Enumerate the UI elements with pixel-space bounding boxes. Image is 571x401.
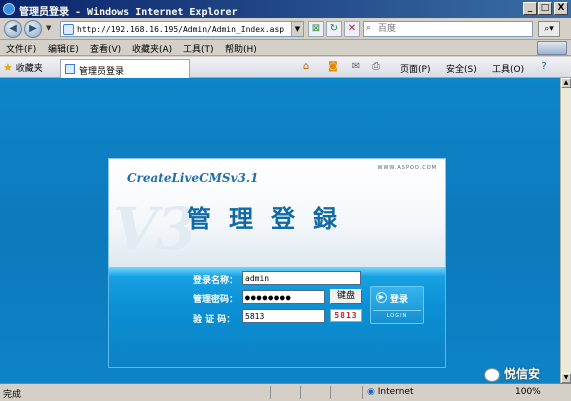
window-titlebar: 管理员登录 - Windows Internet Explorer _ □ X: [0, 0, 571, 18]
menu-help[interactable]: 帮助(H): [225, 42, 257, 55]
home-icon[interactable]: ⌂: [300, 61, 312, 73]
search-field[interactable]: ⌕: [363, 21, 533, 37]
tab-bar: ★ 收藏夹 管理员登录 ⌂ ◙ ✉ ⎙ 页面(P) 安全(S) 工具(O) ?: [0, 57, 571, 78]
wechat-icon: [484, 367, 500, 382]
security-zone[interactable]: ◉ Internet: [367, 387, 413, 397]
username-input[interactable]: [242, 271, 361, 285]
password-input[interactable]: [242, 290, 325, 304]
history-dropdown-icon[interactable]: ▼: [46, 24, 51, 32]
version-watermark: V3: [113, 195, 196, 263]
favorites-label: 收藏夹: [15, 64, 43, 74]
menu-favorites[interactable]: 收藏夹(A): [132, 42, 172, 55]
password-label: 管理密码：: [193, 295, 239, 305]
captcha-label: 验 证 码：: [193, 315, 236, 325]
arrow-right-icon: ▶: [376, 292, 387, 303]
status-divider: [270, 386, 271, 399]
captcha-image[interactable]: 5813: [330, 309, 362, 322]
tab-admin-login[interactable]: 管理员登录: [60, 59, 190, 78]
menu-bar: 文件(F) 编辑(E) 查看(V) 收藏夹(A) 工具(T) 帮助(H): [0, 40, 571, 56]
tools-menu[interactable]: 工具(O): [492, 62, 524, 75]
scroll-down-icon[interactable]: ▼: [561, 373, 571, 383]
windows-logo-icon: [537, 41, 567, 55]
site-url: WWW.ASPOO.COM: [377, 165, 437, 171]
page-icon: [65, 64, 75, 74]
login-button-label: 登录: [390, 295, 409, 305]
print-icon[interactable]: ⎙: [370, 61, 382, 73]
feeds-icon[interactable]: ◙: [327, 61, 339, 73]
globe-icon: ◉: [367, 387, 375, 397]
status-text: 完成: [3, 390, 22, 400]
captcha-input[interactable]: [242, 309, 325, 323]
search-input[interactable]: [378, 23, 528, 35]
favorites-button[interactable]: ★ 收藏夹: [3, 61, 43, 74]
help-icon[interactable]: ?: [538, 61, 550, 73]
menu-view[interactable]: 查看(V): [90, 42, 121, 55]
maximize-button[interactable]: □: [538, 2, 552, 15]
mail-icon[interactable]: ✉: [350, 61, 362, 73]
watermark-text: 悦信安: [504, 367, 541, 381]
login-button-sublabel: LOGIN: [373, 310, 421, 321]
ie-logo-icon: [3, 3, 15, 15]
compatibility-icon[interactable]: ⊠: [308, 21, 324, 37]
username-label: 登录名称：: [193, 276, 239, 286]
address-field[interactable]: ▼: [60, 21, 304, 37]
address-toolbar: ◀ ▶ ▼ ▼ ⊠ ↻ ✕ ⌕ ⌕▾: [0, 18, 571, 40]
search-icon[interactable]: ⌕▾: [538, 21, 560, 37]
status-divider: [330, 386, 331, 399]
status-bar: 完成 ◉ Internet 100%: [0, 383, 571, 401]
forward-arrow-icon[interactable]: ▶: [24, 20, 42, 38]
zone-label: Internet: [377, 387, 414, 397]
vertical-scrollbar[interactable]: ▲ ▼: [560, 78, 571, 383]
status-divider: [362, 386, 363, 399]
overlay-watermark: 悦信安: [484, 365, 540, 382]
back-arrow-icon[interactable]: ◀: [4, 20, 22, 38]
page-menu[interactable]: 页面(P): [400, 62, 430, 75]
menu-edit[interactable]: 编辑(E): [48, 42, 79, 55]
search-provider-icon: ⌕: [366, 23, 372, 33]
status-divider: [300, 386, 301, 399]
page-icon: [63, 24, 74, 35]
url-input[interactable]: [77, 23, 287, 35]
login-panel: V3 CreateLiveCMSv3.1 WWW.ASPOO.COM 管理登録: [108, 158, 446, 368]
close-button[interactable]: X: [554, 2, 568, 15]
chevron-down-icon[interactable]: ▼: [291, 22, 303, 36]
zoom-level[interactable]: 100%: [515, 387, 541, 397]
login-panel-header: V3 CreateLiveCMSv3.1 WWW.ASPOO.COM 管理登録: [108, 158, 446, 268]
menu-file[interactable]: 文件(F): [6, 42, 36, 55]
window-title: 管理员登录 - Windows Internet Explorer: [19, 7, 238, 18]
refresh-icon[interactable]: ↻: [326, 21, 342, 37]
scroll-up-icon[interactable]: ▲: [561, 78, 571, 88]
login-button[interactable]: ▶ 登录 LOGIN: [370, 286, 424, 324]
brand-logo: CreateLiveCMSv3.1: [127, 171, 259, 185]
page-title: 管理登録: [187, 204, 355, 233]
star-icon: ★: [3, 61, 13, 74]
minimize-button[interactable]: _: [523, 2, 537, 15]
safety-menu[interactable]: 安全(S): [446, 62, 477, 75]
menu-tools[interactable]: 工具(T): [183, 42, 214, 55]
keyboard-button[interactable]: 键盘: [330, 289, 362, 304]
stop-icon[interactable]: ✕: [344, 21, 360, 37]
tab-title: 管理员登录: [79, 67, 125, 77]
